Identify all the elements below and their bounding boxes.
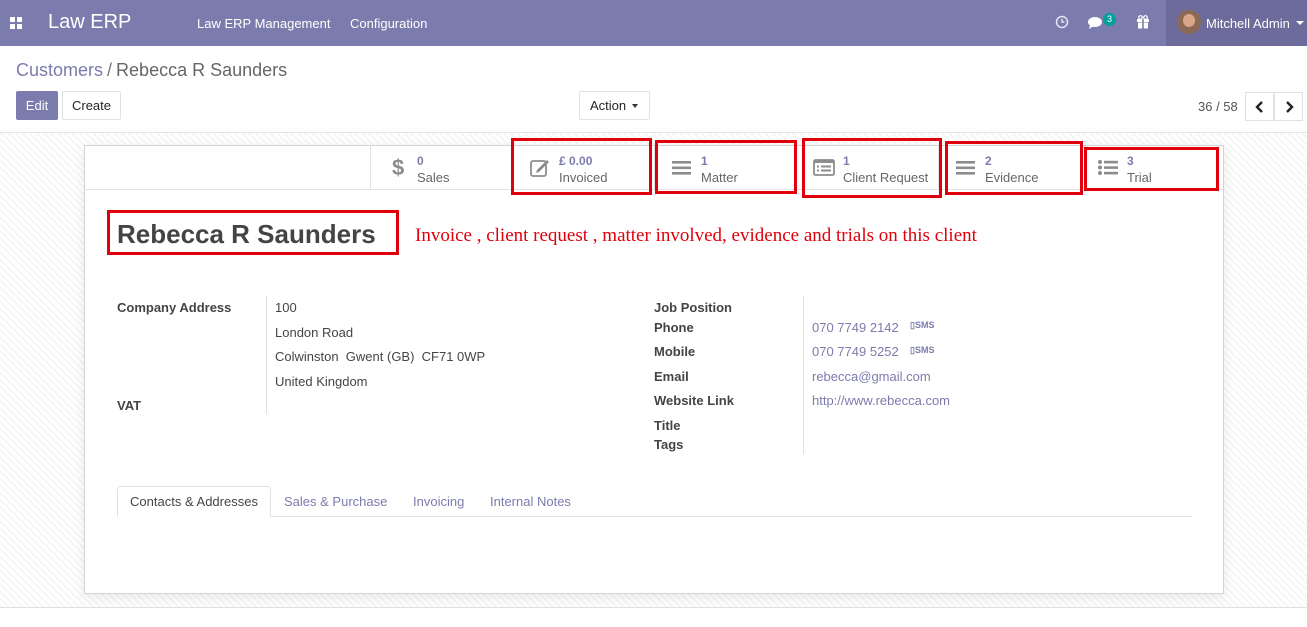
- address-country[interactable]: United Kingdom: [275, 374, 368, 389]
- field-separator: [266, 296, 267, 414]
- action-dropdown[interactable]: Action: [579, 91, 650, 120]
- avatar: [1177, 10, 1201, 34]
- email-label: Email: [654, 369, 689, 384]
- user-menu[interactable]: Mitchell Admin: [1166, 0, 1307, 46]
- website-value[interactable]: http://www.rebecca.com: [812, 393, 950, 408]
- create-button[interactable]: Create: [62, 91, 121, 120]
- highlight-matter: [655, 140, 797, 194]
- chevron-left-icon: [1254, 100, 1263, 113]
- highlight-client-request: [802, 138, 942, 198]
- top-navbar: Law ERP Law ERP Management Configuration…: [0, 0, 1307, 46]
- caret-down-icon: [1296, 21, 1304, 25]
- sms-label: SMS: [914, 345, 935, 355]
- address-street-number[interactable]: 100: [275, 300, 297, 315]
- website-label: Website Link: [654, 393, 734, 408]
- clock-icon[interactable]: [1055, 15, 1069, 29]
- breadcrumb: Customers / Rebecca R Saunders: [16, 60, 287, 81]
- phone-label: Phone: [654, 320, 694, 335]
- bottom-divider: [0, 607, 1307, 608]
- gift-icon[interactable]: [1136, 15, 1150, 29]
- record-name[interactable]: Rebecca R Saunders: [117, 219, 376, 250]
- pager-value[interactable]: 36 / 58: [1198, 99, 1238, 114]
- pager-next-button[interactable]: [1274, 92, 1303, 121]
- tab-internal-notes[interactable]: Internal Notes: [490, 486, 571, 517]
- chevron-right-icon: [1285, 100, 1294, 113]
- apps-icon[interactable]: [10, 17, 22, 29]
- stat-button-sales[interactable]: $ 0 Sales: [370, 146, 512, 189]
- phone-value[interactable]: 070 7749 2142: [812, 320, 899, 335]
- tabs-divider: [117, 516, 1192, 517]
- breadcrumb-customers[interactable]: Customers: [16, 60, 103, 80]
- user-name: Mitchell Admin: [1206, 16, 1290, 31]
- email-value[interactable]: rebecca@gmail.com: [812, 369, 931, 384]
- tab-invoicing[interactable]: Invoicing: [413, 486, 464, 517]
- mobile-label: Mobile: [654, 344, 696, 359]
- stat-label: Sales: [417, 170, 450, 185]
- highlight-evidence: [945, 141, 1083, 195]
- menu-configuration[interactable]: Configuration: [350, 16, 427, 31]
- messages-badge: 3: [1103, 13, 1117, 26]
- highlight-invoiced: [511, 138, 652, 195]
- sms-label: SMS: [914, 320, 935, 330]
- address-street[interactable]: London Road: [275, 325, 353, 340]
- company-address-label: Company Address: [117, 300, 232, 315]
- tab-sales-purchase[interactable]: Sales & Purchase: [284, 486, 387, 517]
- breadcrumb-separator: /: [107, 60, 113, 80]
- phone-sms-button[interactable]: ▯SMS: [910, 320, 934, 331]
- action-label: Action: [590, 98, 627, 113]
- edit-button[interactable]: Edit: [16, 91, 58, 120]
- tab-contacts-addresses[interactable]: Contacts & Addresses: [117, 486, 271, 517]
- menu-law-erp-management[interactable]: Law ERP Management: [197, 16, 330, 31]
- annotation-text: Invoice , client request , matter involv…: [415, 225, 977, 246]
- field-separator: [803, 296, 804, 454]
- highlight-trial: [1084, 147, 1219, 191]
- job-position-label: Job Position: [654, 300, 732, 315]
- address-city-state-zip[interactable]: Colwinston Gwent (GB) CF71 0WP: [275, 349, 485, 364]
- pager-previous-button[interactable]: [1245, 92, 1274, 121]
- vat-label: VAT: [117, 398, 142, 413]
- chat-icon[interactable]: [1088, 16, 1104, 30]
- svg-text:$: $: [392, 156, 404, 178]
- title-label: Title: [654, 418, 681, 433]
- mobile-sms-button[interactable]: ▯SMS: [910, 345, 934, 356]
- caret-down-icon: [632, 103, 639, 108]
- dollar-icon: $: [392, 156, 404, 178]
- tags-label: Tags: [654, 437, 684, 452]
- breadcrumb-current: Rebecca R Saunders: [116, 60, 288, 80]
- stat-value: 0: [417, 154, 424, 168]
- app-brand[interactable]: Law ERP: [48, 11, 131, 34]
- mobile-value[interactable]: 070 7749 5252: [812, 344, 899, 359]
